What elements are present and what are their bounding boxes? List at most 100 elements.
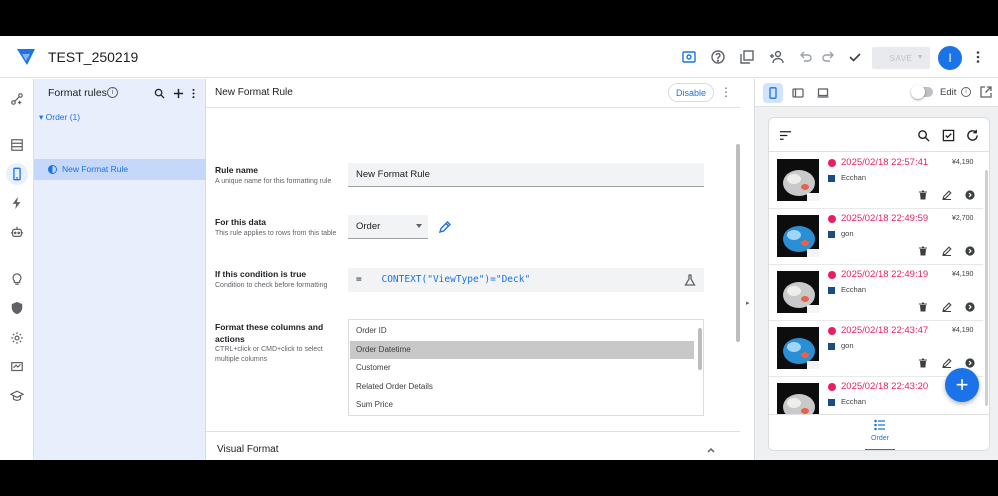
desktop-device-icon[interactable] [813, 83, 833, 103]
search-icon[interactable] [916, 128, 930, 142]
tablet-device-icon[interactable] [788, 83, 808, 103]
edit-icon[interactable] [941, 357, 952, 368]
editor-scrollbar[interactable] [736, 144, 740, 342]
bolt-icon[interactable] [6, 192, 28, 214]
preview-icon[interactable] [679, 47, 699, 67]
deck-card[interactable]: 2025/02/18 22:57:41 ¥4,190 Ecchan [769, 153, 983, 209]
visual-format-title[interactable]: Visual Format [217, 444, 279, 455]
edit-icon[interactable] [941, 189, 952, 200]
undo-icon[interactable] [796, 47, 816, 67]
rule-name-label: Rule name [215, 165, 258, 175]
rule-name-input[interactable]: New Format Rule [348, 163, 704, 187]
status-dot [828, 327, 836, 335]
product-image [777, 215, 819, 257]
edit-toggle[interactable] [911, 85, 933, 99]
list-item[interactable]: Customer [350, 359, 694, 377]
data-table-icon[interactable] [6, 134, 28, 156]
preview-toolbar: Edit i [755, 79, 998, 107]
deck-card[interactable]: 2025/02/18 22:49:19 ¥4,190 Ecchan [769, 265, 983, 321]
detail-arrow-icon[interactable] [964, 189, 975, 200]
add-icon[interactable] [171, 86, 185, 100]
detail-arrow-icon[interactable] [964, 357, 975, 368]
condition-help: Condition to check before formatting [215, 282, 328, 289]
chevron-up-icon[interactable] [706, 445, 716, 455]
detail-arrow-icon[interactable] [964, 245, 975, 256]
disable-button[interactable]: Disable [668, 83, 714, 102]
delete-icon[interactable] [917, 189, 928, 200]
bot-icon[interactable] [6, 221, 28, 243]
copy-icon[interactable] [737, 47, 757, 67]
columns-label: Format these columns and actions [215, 322, 324, 344]
scrollbar[interactable] [985, 170, 988, 406]
order-datetime: 2025/02/18 22:49:59 [841, 213, 929, 224]
refresh-icon[interactable] [965, 128, 979, 142]
order-datetime: 2025/02/18 22:49:19 [841, 269, 929, 280]
automation-icon[interactable] [6, 88, 28, 110]
scrollbar[interactable] [698, 328, 702, 370]
top-bar: TEST_250219 SAVE ▼ I [0, 36, 998, 78]
preview-panel: Edit i 2025/02/18 22:57:41 ¥4,190 Ecchan 2 [754, 79, 998, 460]
customer-name: Ecchan [841, 397, 867, 406]
save-button-label: SAVE [889, 53, 913, 63]
select-checkbox-icon[interactable] [941, 128, 955, 142]
more-vert-icon[interactable] [968, 47, 988, 67]
list-item-selected[interactable]: Order Datetime [350, 341, 694, 359]
table-select[interactable]: Order [348, 215, 428, 239]
pencil-icon[interactable] [438, 220, 452, 234]
avatar[interactable]: I [938, 46, 962, 70]
rules-group-order[interactable]: ▾ Order (1) [39, 112, 80, 123]
info-icon[interactable]: i [107, 87, 118, 98]
app-header [769, 118, 989, 152]
add-fab-button[interactable]: + [945, 368, 979, 402]
condition-expression-input[interactable]: = CONTEXT("ViewType")="Deck" [348, 268, 704, 292]
school-icon[interactable] [6, 385, 28, 407]
columns-listbox[interactable]: Order ID Order Datetime Customer Related… [348, 319, 704, 416]
list-item[interactable]: Related Order Details [350, 378, 694, 396]
format-rules-title: Format rules [48, 87, 107, 99]
list-item[interactable]: Sum Price [350, 396, 694, 414]
collapse-panel-icon[interactable]: ▸ [746, 299, 752, 307]
search-icon[interactable] [152, 86, 166, 100]
flask-icon[interactable] [684, 274, 696, 286]
avatar-initial: I [948, 51, 952, 65]
customer-icon [828, 287, 835, 294]
settings-icon[interactable] [6, 327, 28, 349]
deck-card[interactable]: 2025/02/18 22:49:59 ¥2,700 gon [769, 209, 983, 265]
delete-icon[interactable] [917, 357, 928, 368]
product-image [777, 159, 819, 201]
detail-arrow-icon[interactable] [964, 301, 975, 312]
for-this-data-help: This rule applies to rows from this tabl… [215, 230, 337, 237]
delete-icon[interactable] [917, 301, 928, 312]
sort-icon[interactable] [778, 128, 792, 142]
order-price: ¥4,190 [952, 327, 974, 334]
delete-icon[interactable] [917, 245, 928, 256]
rule-item-new-format-rule[interactable]: New Format Rule [34, 159, 206, 180]
rule-name-help: A unique name for this formatting rule [215, 178, 332, 185]
help-icon[interactable] [708, 47, 728, 67]
monitor-icon[interactable] [6, 356, 28, 378]
app-window: TEST_250219 SAVE ▼ I Format rules i ▾ Or… [0, 36, 998, 460]
info-icon[interactable]: i [961, 87, 971, 97]
list-item[interactable]: Order ID [350, 322, 694, 340]
more-vert-icon[interactable] [186, 86, 200, 100]
add-person-icon[interactable] [767, 47, 787, 67]
mobile-device-icon[interactable] [763, 83, 783, 103]
edit-icon[interactable] [941, 301, 952, 312]
order-price: ¥4,190 [952, 271, 974, 278]
status-dot [828, 159, 836, 167]
edit-icon[interactable] [941, 245, 952, 256]
nav-item-order[interactable]: Order [865, 419, 895, 450]
customer-name: Ecchan [841, 173, 867, 182]
security-icon[interactable] [6, 297, 28, 319]
divider [206, 431, 740, 432]
open-external-icon[interactable] [979, 85, 993, 99]
redo-icon[interactable] [818, 47, 838, 67]
save-button[interactable]: SAVE ▼ [872, 47, 930, 69]
lightbulb-icon[interactable] [6, 268, 28, 290]
table-select-value: Order [356, 221, 381, 232]
more-vert-icon[interactable]: ⋮ [720, 85, 732, 99]
deck-card[interactable]: 2025/02/18 22:43:47 ¥4,190 gon [769, 321, 983, 377]
customer-icon [828, 231, 835, 238]
phone-icon[interactable] [6, 163, 28, 185]
check-icon[interactable] [845, 47, 865, 67]
